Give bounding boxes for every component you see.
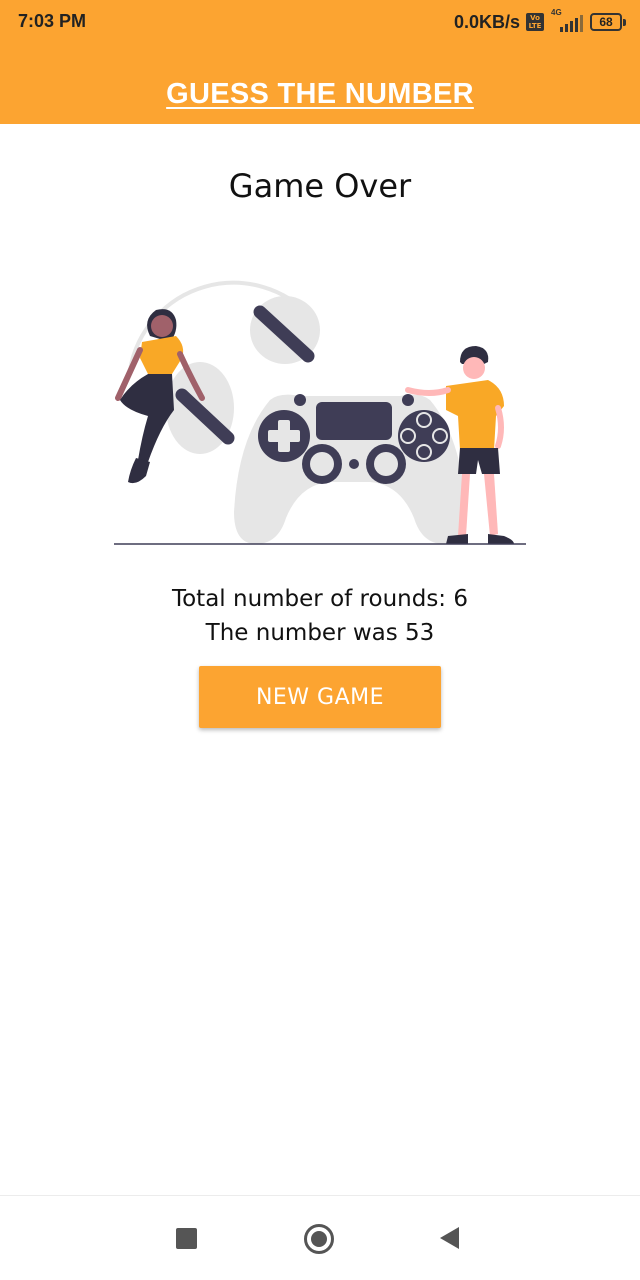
circle-icon[interactable] (304, 1224, 334, 1254)
app-screen: 7:03 PM 0.0KB/s Vo LTE 4G 68 GUESS THE NU… (0, 0, 640, 1280)
new-game-button[interactable]: NEW GAME (199, 666, 441, 728)
status-indicators: 0.0KB/s Vo LTE 4G 68 (454, 8, 626, 36)
square-icon[interactable] (176, 1228, 197, 1249)
secret-number-text: The number was 53 (205, 620, 435, 646)
game-over-title: Game Over (228, 167, 412, 205)
status-bar: 7:03 PM 0.0KB/s Vo LTE 4G 68 (0, 0, 640, 44)
total-rounds-text: Total number of rounds: 6 (171, 586, 469, 612)
system-nav-bar (0, 1195, 640, 1280)
battery-icon: 68 (590, 13, 626, 31)
status-time: 7:03 PM (18, 11, 87, 31)
battery-level: 68 (590, 13, 622, 31)
gamers-controller-illustration (114, 280, 526, 545)
network-speed: 0.0KB/s (453, 11, 520, 32)
signal-icon: 4G (550, 8, 584, 34)
app-title: GUESS THE NUMBER (166, 78, 474, 110)
volte-icon: Vo LTE (526, 13, 544, 31)
triangle-back-icon[interactable] (440, 1227, 459, 1249)
app-bar: 7:03 PM 0.0KB/s Vo LTE 4G 68 GUESS THE NU… (0, 0, 640, 124)
